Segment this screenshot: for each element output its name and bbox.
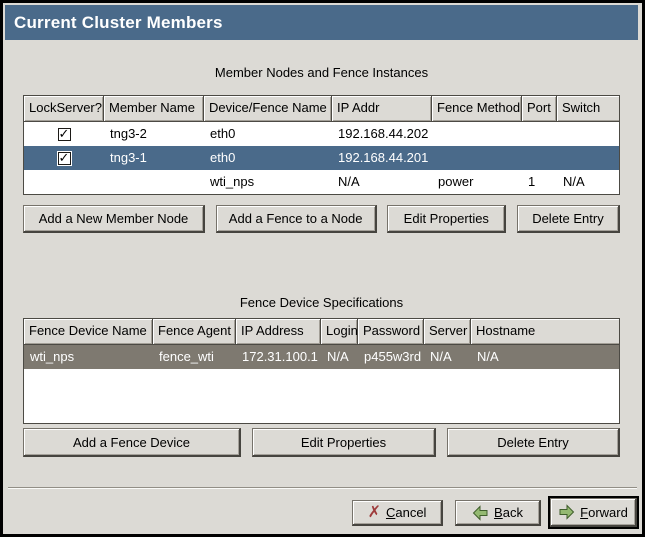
ip-address-cell: 172.31.100.1 (236, 345, 321, 369)
device-fence-cell: wti_nps (204, 170, 332, 194)
lockserver-cell (24, 146, 104, 170)
column-header-fence-device-name[interactable]: Fence Device Name (24, 319, 153, 344)
edit-fence-properties-button[interactable]: Edit Properties (252, 428, 436, 457)
column-header-ip-addr[interactable]: IP Addr (332, 96, 432, 121)
port-cell (522, 122, 557, 146)
member-row-tng3-1[interactable]: tng3-1 eth0 192.168.44.201 (24, 146, 619, 170)
fence-device-name-cell: wti_nps (24, 345, 153, 369)
fence-method-cell: power (432, 170, 522, 194)
wizard-banner: Current Cluster Members (5, 5, 638, 40)
member-name-cell: tng3-1 (104, 146, 204, 170)
fence-table-header: Fence Device Name Fence Agent IP Address… (24, 319, 619, 345)
back-button[interactable]: Back (455, 500, 541, 526)
fence-agent-cell: fence_wti (153, 345, 236, 369)
member-row-wti-nps[interactable]: wti_nps N/A power 1 N/A (24, 170, 619, 194)
edit-member-properties-button[interactable]: Edit Properties (387, 205, 506, 233)
column-header-lockserver[interactable]: LockServer? (24, 96, 104, 121)
column-header-fence-method[interactable]: Fence Method (432, 96, 522, 121)
forward-button-label: Forward (580, 505, 628, 520)
password-cell: p455w3rd (358, 345, 424, 369)
add-member-node-button[interactable]: Add a New Member Node (23, 205, 205, 233)
page-title: Current Cluster Members (5, 13, 223, 33)
port-cell: 1 (522, 170, 557, 194)
member-nodes-table: LockServer? Member Name Device/Fence Nam… (23, 95, 620, 195)
column-header-device-fence-name[interactable]: Device/Fence Name (204, 96, 332, 121)
ip-addr-cell: 192.168.44.202 (332, 122, 432, 146)
device-fence-cell: eth0 (204, 146, 332, 170)
fence-device-actions: Add a Fence Device Edit Properties Delet… (23, 428, 620, 457)
column-header-hostname[interactable]: Hostname (471, 319, 619, 344)
member-row-tng3-2[interactable]: tng3-2 eth0 192.168.44.202 (24, 122, 619, 146)
column-header-fence-agent[interactable]: Fence Agent (153, 319, 236, 344)
lockserver-cell (24, 170, 104, 194)
add-fence-device-button[interactable]: Add a Fence Device (23, 428, 241, 457)
delete-member-entry-button[interactable]: Delete Entry (517, 205, 620, 233)
delete-fence-entry-button[interactable]: Delete Entry (447, 428, 620, 457)
column-header-server[interactable]: Server (424, 319, 471, 344)
device-fence-cell: eth0 (204, 122, 332, 146)
column-header-member-name[interactable]: Member Name (104, 96, 204, 121)
fence-method-cell (432, 122, 522, 146)
switch-cell (557, 146, 619, 170)
fence-table-caption: Fence Device Specifications (23, 295, 620, 310)
port-cell (522, 146, 557, 170)
add-fence-to-node-button[interactable]: Add a Fence to a Node (216, 205, 377, 233)
fence-method-cell (432, 146, 522, 170)
cancel-button-label: Cancel (386, 505, 426, 520)
fence-device-table: Fence Device Name Fence Agent IP Address… (23, 318, 620, 424)
switch-cell (557, 122, 619, 146)
cancel-x-icon: ✗ (368, 505, 381, 521)
ip-addr-cell: N/A (332, 170, 432, 194)
hostname-cell: N/A (471, 345, 619, 369)
ip-addr-cell: 192.168.44.201 (332, 146, 432, 170)
member-name-cell (104, 170, 204, 194)
lockserver-checkbox[interactable] (58, 152, 71, 165)
cancel-button[interactable]: ✗ Cancel (352, 500, 443, 526)
column-header-port[interactable]: Port (522, 96, 557, 121)
footer-separator (8, 487, 637, 489)
column-header-ip-address[interactable]: IP Address (236, 319, 321, 344)
members-table-caption: Member Nodes and Fence Instances (23, 65, 620, 80)
lockserver-cell (24, 122, 104, 146)
column-header-login[interactable]: Login (321, 319, 358, 344)
fence-device-row-wti-nps[interactable]: wti_nps fence_wti 172.31.100.1 N/A p455w… (24, 345, 619, 369)
member-name-cell: tng3-2 (104, 122, 204, 146)
lockserver-checkbox[interactable] (58, 128, 71, 141)
back-arrow-icon (472, 505, 489, 521)
member-actions: Add a New Member Node Add a Fence to a N… (23, 205, 620, 233)
column-header-switch[interactable]: Switch (557, 96, 619, 121)
column-header-password[interactable]: Password (358, 319, 424, 344)
wizard-window: Current Cluster Members Member Nodes and… (0, 0, 645, 537)
member-table-header: LockServer? Member Name Device/Fence Nam… (24, 96, 619, 122)
forward-button[interactable]: Forward (550, 498, 637, 527)
switch-cell: N/A (557, 170, 619, 194)
forward-button-default-ring: Forward (548, 496, 639, 529)
back-button-label: Back (494, 505, 523, 520)
forward-arrow-icon (558, 504, 575, 520)
server-cell: N/A (424, 345, 471, 369)
login-cell: N/A (321, 345, 358, 369)
